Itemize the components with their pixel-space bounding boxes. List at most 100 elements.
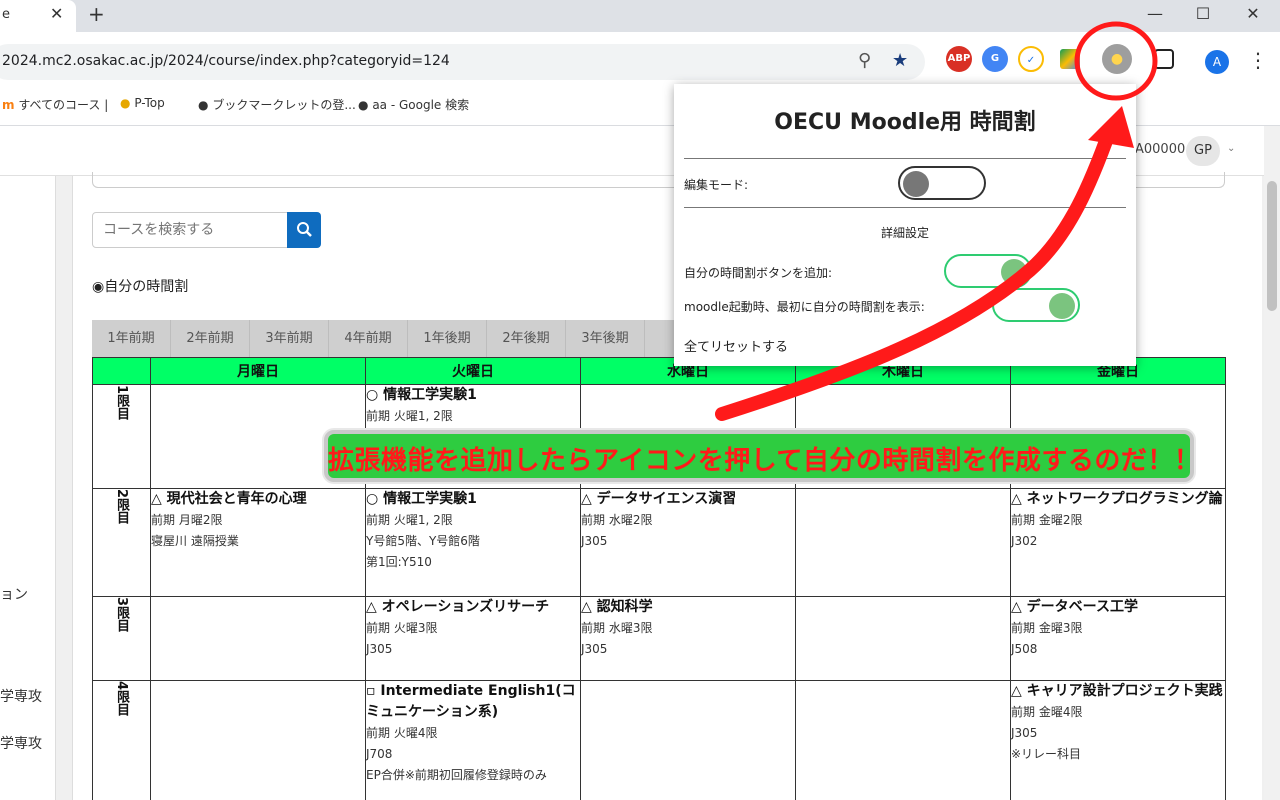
course-info: J708 <box>366 747 393 761</box>
semester-tabs: 1年前期 2年前期 3年前期 4年前期 1年後期 2年後期 3年後期 4 <box>92 320 724 358</box>
browser-tab[interactable]: e ✕ <box>0 0 76 32</box>
new-tab-button[interactable]: + <box>88 2 105 26</box>
maximize-button[interactable]: ☐ <box>1188 4 1218 23</box>
user-avatar[interactable]: GP <box>1186 136 1220 166</box>
scroll-thumb[interactable] <box>1267 181 1277 311</box>
translate-icon[interactable]: G <box>982 46 1008 72</box>
course-info: 前期 金曜2限 <box>1011 513 1083 527</box>
course-info: 前期 水曜2限 <box>581 513 653 527</box>
user-id: A00000 <box>1135 142 1186 157</box>
course-name[interactable]: △ ネットワークプログラミング論 <box>1011 489 1225 510</box>
oecu-timetable-extension-icon[interactable]: ● <box>1102 44 1132 74</box>
timetable: 月曜日 火曜日 水曜日 木曜日 金曜日 1限目 ○ 情報工学実験1 前期 火曜1, … <box>92 357 1226 800</box>
search-icon <box>297 222 312 237</box>
period-label: 2限目 <box>92 488 151 597</box>
timetable-cell[interactable]: △ 認知科学 前期 水曜3限 J305 <box>580 596 796 681</box>
tab-semester[interactable]: 2年前期 <box>171 320 250 358</box>
left-drawer: ョン 学専攻 学専攻 <box>0 176 56 800</box>
chevron-down-icon[interactable]: ⌄ <box>1227 143 1235 154</box>
timetable-cell[interactable]: △ 現代社会と青年の心理前期 月曜2限寝屋川 遠隔授業 <box>150 488 366 597</box>
my-timetable-radio[interactable]: ◉自分の時間割 <box>92 276 188 296</box>
zoom-icon[interactable]: ⚲ <box>858 50 871 71</box>
timetable-cell <box>795 596 1011 681</box>
course-name[interactable]: △ オペレーションズリサーチ <box>366 597 580 618</box>
course-name[interactable]: △ 現代社会と青年の心理 <box>151 489 365 510</box>
course-name[interactable]: ○ 情報工学実験1 <box>366 489 580 510</box>
window-close-button[interactable]: ✕ <box>1238 4 1268 23</box>
toggle-knob <box>903 171 929 197</box>
course-info: 前期 火曜3限 <box>366 621 438 635</box>
period-label: 3限目 <box>92 596 151 681</box>
drive-icon[interactable] <box>1060 49 1080 69</box>
course-name[interactable]: △ キャリア設計プロジェクト実践 <box>1011 681 1225 702</box>
course-info: 前期 金曜4限 <box>1011 705 1083 719</box>
nav-item[interactable]: 学専攻 <box>0 686 42 706</box>
course-info: ※リレー科目 <box>1011 747 1082 761</box>
tab-semester[interactable]: 2年後期 <box>487 320 566 358</box>
course-info: 前期 火曜1, 2限 <box>366 513 453 527</box>
course-name[interactable]: △ データベース工学 <box>1011 597 1225 618</box>
browser-menu-icon[interactable]: ⋮ <box>1248 48 1268 72</box>
page-scrollbar[interactable] <box>1264 126 1280 800</box>
tab-title: e <box>2 7 10 22</box>
timetable-cell[interactable]: △ データサイエンス演習前期 水曜2限 J305 <box>580 488 796 597</box>
tab-semester[interactable]: 4年前期 <box>329 320 408 358</box>
reset-all-link[interactable]: 全てリセットする <box>684 336 788 355</box>
course-info: 前期 火曜1, 2限 <box>366 409 453 423</box>
course-info: 第1回:Y510 <box>366 555 432 569</box>
bookmark-google-search[interactable]: ● aa - Google 検索 <box>358 96 469 113</box>
bookmark-all-courses[interactable]: m すべてのコース | <box>2 96 108 113</box>
timetable-cell[interactable]: ▫ Intermediate English1(コミュニケーション系) 前期 火曜… <box>365 680 581 800</box>
course-name[interactable]: ▫ Intermediate English1(コミュニケーション系) <box>366 681 580 723</box>
search-button[interactable] <box>287 212 321 248</box>
timetable-cell <box>795 488 1011 597</box>
bookmark-star-icon[interactable]: ★ <box>892 50 908 71</box>
browser-titlebar: e ✕ + — ☐ ✕ <box>0 0 1280 32</box>
course-name[interactable]: △ 認知科学 <box>581 597 795 618</box>
course-info: EP合併※前期初回履修登録時のみ <box>366 768 547 782</box>
timetable-cell[interactable]: △ キャリア設計プロジェクト実践前期 金曜4限 J305 ※リレー科目 <box>1010 680 1226 800</box>
course-info: 前期 水曜3限 <box>581 621 653 635</box>
check-icon[interactable]: ✓ <box>1018 46 1044 72</box>
edit-mode-toggle[interactable] <box>898 166 986 200</box>
show-on-start-toggle[interactable] <box>992 288 1080 322</box>
tab-close-icon[interactable]: ✕ <box>50 4 63 23</box>
tab-semester[interactable]: 1年前期 <box>92 320 171 358</box>
adblock-icon[interactable]: ABP <box>946 46 972 72</box>
course-name[interactable]: ○ 情報工学実験1 <box>366 385 580 406</box>
timetable-cell[interactable]: ○ 情報工学実験1 前期 火曜1, 2限 Y号館5階、Y号館6階 第1回:Y510 <box>365 488 581 597</box>
course-search-input[interactable] <box>92 212 288 248</box>
nav-item[interactable]: ョン <box>0 584 28 604</box>
show-on-start-label: moodle起動時、最初に自分の時間割を表示: <box>684 300 925 314</box>
nav-item[interactable]: 学専攻 <box>0 733 42 753</box>
tab-semester[interactable]: 3年前期 <box>250 320 329 358</box>
timetable-cell <box>580 680 796 800</box>
tab-semester[interactable]: 1年後期 <box>408 320 487 358</box>
course-info: Y号館5階、Y号館6階 <box>366 534 480 548</box>
timetable-cell[interactable]: △ オペレーションズリサーチ前期 火曜3限 J305 <box>365 596 581 681</box>
course-info: 寝屋川 遠隔授業 <box>151 534 239 548</box>
course-name[interactable]: △ データサイエンス演習 <box>581 489 795 510</box>
add-button-toggle[interactable] <box>944 254 1032 288</box>
minimize-button[interactable]: — <box>1140 4 1170 23</box>
bookmark-p-top[interactable]: ● P-Top <box>120 96 165 110</box>
timetable-row: 4限目 ▫ Intermediate English1(コミュニケーション系) 前期… <box>92 680 1226 800</box>
profile-avatar[interactable]: A <box>1205 50 1229 74</box>
course-info: J305 <box>366 642 393 656</box>
bookmark-bookmarklet[interactable]: ● ブックマークレットの登... <box>198 96 356 113</box>
tab-semester[interactable]: 3年後期 <box>566 320 645 358</box>
address-bar[interactable]: 2024.mc2.osakac.ac.jp/2024/course/index.… <box>0 44 925 80</box>
puzzle-extensions-icon[interactable] <box>1154 49 1174 69</box>
annotation-text: 拡張機能を追加したらアイコンを押して自分の時間割を作成するのだ！！ <box>328 446 1201 476</box>
course-info: 前期 月曜2限 <box>151 513 223 527</box>
toggle-knob <box>1001 259 1027 285</box>
course-info: J305 <box>1011 726 1038 740</box>
timetable-cell <box>150 596 366 681</box>
timetable-cell <box>150 680 366 800</box>
timetable-cell[interactable]: △ ネットワークプログラミング論 前期 金曜2限 J302 <box>1010 488 1226 597</box>
day-header: 月曜日 <box>150 357 366 385</box>
timetable-cell[interactable]: △ データベース工学 前期 金曜3限 J508 <box>1010 596 1226 681</box>
course-info: J305 <box>581 534 608 548</box>
moodle-icon: m <box>2 98 15 112</box>
period-label: 4限目 <box>92 680 151 800</box>
